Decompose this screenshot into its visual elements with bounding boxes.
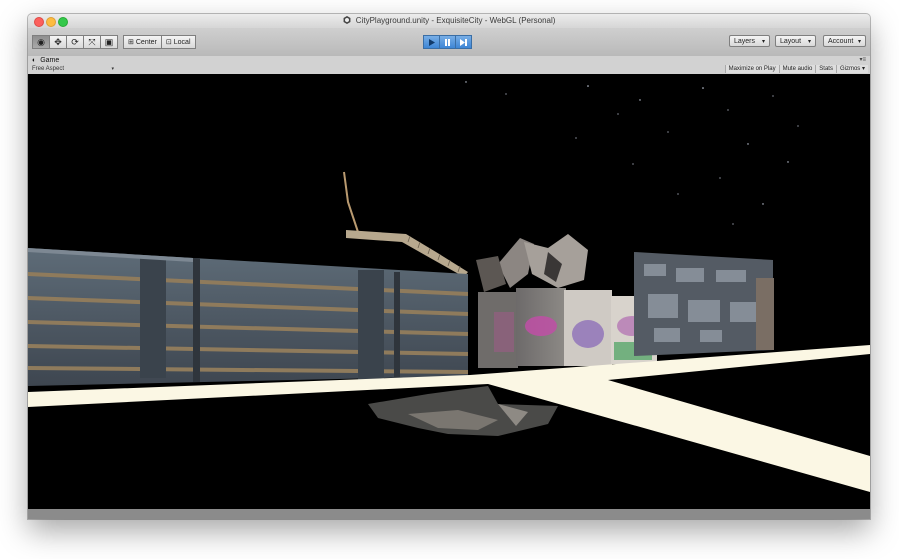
- pause-icon: [445, 38, 450, 46]
- mute-audio-toggle[interactable]: Mute audio: [778, 65, 816, 73]
- metal-sculpture: [476, 234, 588, 292]
- apartment-block: [28, 248, 468, 386]
- aspect-label: Free Aspect: [32, 66, 65, 72]
- layout-dropdown[interactable]: Layout ▾: [775, 35, 816, 47]
- rect-tool-button[interactable]: ▣: [100, 35, 118, 49]
- window-title-group: CityPlayground.unity - ExquisiteCity - W…: [28, 15, 870, 27]
- title-bar[interactable]: CityPlayground.unity - ExquisiteCity - W…: [28, 14, 870, 29]
- move-tool-button[interactable]: ✥: [49, 35, 67, 49]
- account-label: Account: [828, 37, 854, 45]
- tab-game[interactable]: ◐ Game: [32, 57, 59, 64]
- game-viewport[interactable]: [28, 74, 870, 519]
- maximize-on-play-toggle[interactable]: Maximize on Play: [724, 65, 779, 73]
- rotate-icon: ⟳: [71, 36, 79, 47]
- chevron-down-icon: ▾: [111, 66, 114, 72]
- unity-logo-icon: [343, 16, 351, 24]
- gizmos-dropdown[interactable]: Gizmos ▾: [835, 65, 868, 73]
- chevron-down-icon: ▾: [761, 39, 765, 45]
- play-button[interactable]: [423, 35, 440, 49]
- hand-tool-button[interactable]: ◉: [32, 35, 50, 49]
- floating-staircase: [343, 171, 468, 277]
- step-icon: [460, 38, 467, 46]
- move-arrows-icon: ✥: [54, 36, 62, 47]
- step-button[interactable]: [455, 35, 472, 49]
- pivot-center-label: Center: [135, 38, 157, 46]
- gizmos-label: Gizmos: [839, 66, 861, 72]
- aspect-dropdown[interactable]: Free Aspect ▾: [32, 66, 114, 72]
- local-space-icon: ⊡: [165, 39, 172, 46]
- chevron-down-icon: ▾: [861, 66, 865, 72]
- pivot-icon: ⊞: [128, 39, 134, 46]
- city-scene: [28, 81, 870, 492]
- unity-editor-window: CityPlayground.unity - ExquisiteCity - W…: [28, 14, 870, 519]
- game-controller-icon: ◐: [32, 57, 37, 64]
- pivot-toggles: ⊞ Center ⊡ Local: [123, 35, 196, 49]
- rotate-tool-button[interactable]: ⟳: [66, 35, 84, 49]
- transform-tools: ◉ ✥ ⟳ ⤧ ▣: [32, 35, 118, 49]
- pivot-center-button[interactable]: ⊞ Center: [123, 35, 162, 49]
- tab-menu-icon[interactable]: ▾≡: [859, 56, 866, 63]
- hand-icon: ◉: [37, 36, 45, 47]
- stats-toggle[interactable]: Stats: [815, 65, 836, 73]
- graffiti-walls: [478, 288, 657, 368]
- game-view-options: Maximize on Play Mute audio Stats Gizmos…: [724, 65, 868, 73]
- game-view-header: ◐ Game ▾≡ Free Aspect ▾ Maximize on Play…: [28, 56, 870, 75]
- pivot-local-button[interactable]: ⊡ Local: [160, 35, 196, 49]
- chevron-down-icon: ▾: [807, 39, 811, 45]
- chevron-down-icon: ▾: [857, 39, 861, 45]
- scale-tool-button[interactable]: ⤧: [83, 35, 101, 49]
- playback-controls: [423, 35, 472, 49]
- main-toolbar: ◉ ✥ ⟳ ⤧ ▣ ⊞ Center ⊡ Local Layers ▾ Layo…: [28, 28, 870, 57]
- pause-button[interactable]: [439, 35, 456, 49]
- account-dropdown[interactable]: Account ▾: [823, 35, 866, 47]
- layout-label: Layout: [780, 37, 802, 45]
- game-tab-label: Game: [40, 57, 60, 64]
- layers-dropdown[interactable]: Layers ▾: [729, 35, 770, 47]
- window-title: CityPlayground.unity - ExquisiteCity - W…: [355, 16, 556, 25]
- graffiti-tower: [634, 252, 774, 356]
- viewport-bottom-edge: [28, 509, 870, 519]
- scale-icon: ⤧: [88, 36, 96, 47]
- layers-label: Layers: [734, 37, 756, 45]
- night-sky-stars: [465, 81, 799, 225]
- play-icon: [429, 38, 435, 46]
- pivot-local-label: Local: [173, 38, 191, 46]
- rect-transform-icon: ▣: [104, 36, 114, 47]
